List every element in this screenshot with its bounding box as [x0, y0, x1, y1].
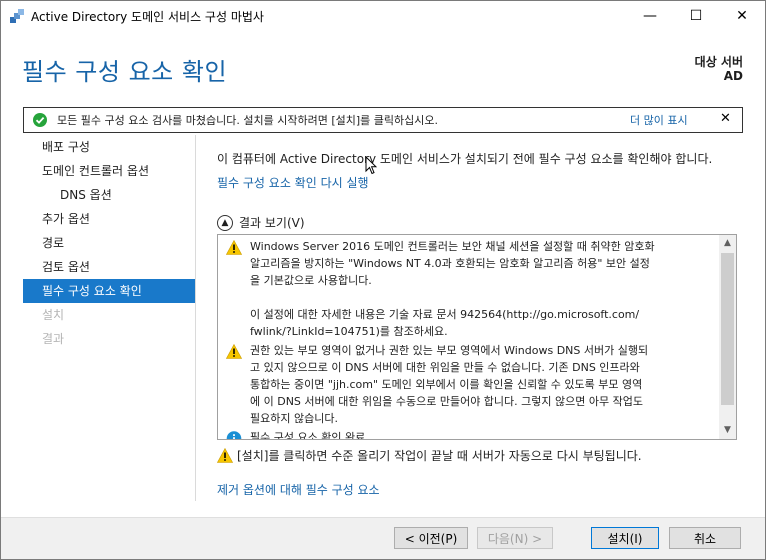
sidebar-item-deployment-config[interactable]: 배포 구성 — [23, 135, 195, 159]
intro-text: 이 컴퓨터에 Active Directory 도메인 서비스가 설치되기 전에… — [217, 152, 713, 166]
sidebar-divider — [195, 135, 196, 501]
destination-server-label: 대상 서버 — [694, 55, 743, 69]
view-results-label: 결과 보기(V) — [239, 216, 305, 230]
sidebar-item-prerequisites-check[interactable]: 필수 구성 요소 확인 — [23, 279, 195, 303]
results-list: Windows Server 2016 도메인 컨트롤러는 보안 채널 세션을 … — [218, 235, 716, 440]
reboot-warning: [설치]를 클릭하면 수준 올리기 작업이 끝날 때 서버가 자동으로 다시 부… — [217, 447, 642, 464]
result-line: Windows Server 2016 도메인 컨트롤러는 보안 채널 세션을 … — [250, 240, 655, 253]
title-bar[interactable]: Active Directory 도메인 서비스 구성 마법사 — ☐ ✕ — [1, 1, 765, 31]
warning-icon — [226, 344, 242, 359]
mouse-cursor-icon — [365, 156, 377, 175]
scrollbar-thumb[interactable] — [721, 253, 734, 405]
sidebar-nav: 배포 구성 도메인 컨트롤러 옵션 DNS 옵션 추가 옵션 경로 검토 옵션 … — [23, 135, 195, 351]
close-icon: ✕ — [736, 8, 748, 24]
result-item: 권한 있는 부모 영역이 없거나 권한 있는 부모 영역에서 Windows D… — [218, 342, 716, 427]
cancel-button[interactable]: 취소 — [669, 527, 741, 549]
sidebar-item-additional-options[interactable]: 추가 옵션 — [23, 207, 195, 231]
close-window-button[interactable]: ✕ — [719, 1, 765, 31]
notification-message: 모든 필수 구성 요소 검사를 마쳤습니다. 설치를 시작하려면 [설치]를 클… — [57, 114, 439, 127]
view-results-toggle[interactable]: ▲ 결과 보기(V) — [217, 214, 305, 231]
wizard-window: Active Directory 도메인 서비스 구성 마법사 — ☐ ✕ 필수… — [0, 0, 766, 560]
reboot-warning-text: [설치]를 클릭하면 수준 올리기 작업이 끝날 때 서버가 자동으로 다시 부… — [237, 449, 642, 463]
destination-server-value: AD — [723, 69, 743, 83]
result-line: 필요하지 않습니다. — [250, 412, 338, 425]
result-line: fwlink/?LinkId=104751)를 참조하세요. — [250, 325, 448, 338]
install-button[interactable]: 설치(I) — [591, 527, 659, 549]
sidebar-item-installation: 설치 — [42, 308, 65, 322]
sidebar-item-review-options[interactable]: 검토 옵션 — [23, 255, 195, 279]
show-more-link[interactable]: 더 많이 표시 — [630, 112, 688, 128]
info-icon — [226, 431, 242, 439]
sidebar-item-dns-options[interactable]: DNS 옵션 — [23, 183, 195, 207]
warning-icon — [217, 448, 233, 463]
removal-prerequisites-link[interactable]: 제거 옵션에 대해 필수 구성 요소 — [217, 481, 380, 498]
result-line: 통합하는 중이면 "jjh.com" 도메인 외부에서 이를 확인을 신뢰할 수… — [250, 378, 643, 391]
sidebar-item-paths[interactable]: 경로 — [23, 231, 195, 255]
result-line: 권한 있는 부모 영역이 없거나 권한 있는 부모 영역에서 Windows D… — [250, 344, 649, 357]
close-notification-icon[interactable]: ✕ — [720, 111, 731, 126]
result-item: 필수 구성 요소 확인 완료 — [218, 429, 716, 440]
footer-bar: < 이전(P) 다음(N) > 설치(I) 취소 — [1, 517, 765, 559]
minimize-button[interactable]: — — [627, 1, 673, 31]
result-line: 에 이 DNS 서버에 대한 위임을 수동으로 만들어야 합니다. 그렇지 않으… — [250, 395, 643, 408]
sidebar-item-results: 결과 — [42, 332, 65, 346]
result-line: 을 기본값으로 사용합니다. — [250, 274, 372, 287]
maximize-icon: ☐ — [689, 8, 703, 24]
results-panel[interactable]: Windows Server 2016 도메인 컨트롤러는 보안 채널 세션을 … — [217, 234, 737, 440]
page-title: 필수 구성 요소 확인 — [22, 58, 228, 86]
scroll-down-icon[interactable]: ▼ — [719, 422, 736, 439]
rerun-prerequisites-link[interactable]: 필수 구성 요소 확인 다시 실행 — [217, 174, 369, 191]
result-line: 고 있지 않으므로 이 DNS 서버에 대한 위임을 만들 수 없습니다. 기존… — [250, 361, 640, 374]
scroll-up-icon[interactable]: ▲ — [719, 235, 736, 252]
server-manager-icon — [10, 9, 24, 23]
results-scrollbar[interactable]: ▲ ▼ — [719, 235, 736, 439]
result-line: 필수 구성 요소 확인 완료 — [250, 431, 366, 440]
success-check-icon — [33, 113, 47, 127]
previous-button[interactable]: < 이전(P) — [394, 527, 468, 549]
minimize-icon: — — [643, 8, 657, 24]
window-title: Active Directory 도메인 서비스 구성 마법사 — [31, 10, 264, 24]
result-line: 이 설정에 대한 자세한 내용은 기술 자료 문서 942564(http://… — [250, 308, 640, 321]
warning-icon — [226, 240, 242, 255]
sidebar-item-dc-options[interactable]: 도메인 컨트롤러 옵션 — [23, 159, 195, 183]
chevron-up-icon: ▲ — [217, 214, 233, 231]
notification-bar: 모든 필수 구성 요소 검사를 마쳤습니다. 설치를 시작하려면 [설치]를 클… — [23, 107, 743, 133]
result-item: Windows Server 2016 도메인 컨트롤러는 보안 채널 세션을 … — [218, 238, 716, 340]
maximize-button[interactable]: ☐ — [673, 1, 719, 31]
next-button: 다음(N) > — [477, 527, 553, 549]
result-line — [250, 289, 710, 306]
result-line: 알고리즘을 방지하는 "Windows NT 4.0과 호환되는 암호화 알고리… — [250, 257, 650, 270]
